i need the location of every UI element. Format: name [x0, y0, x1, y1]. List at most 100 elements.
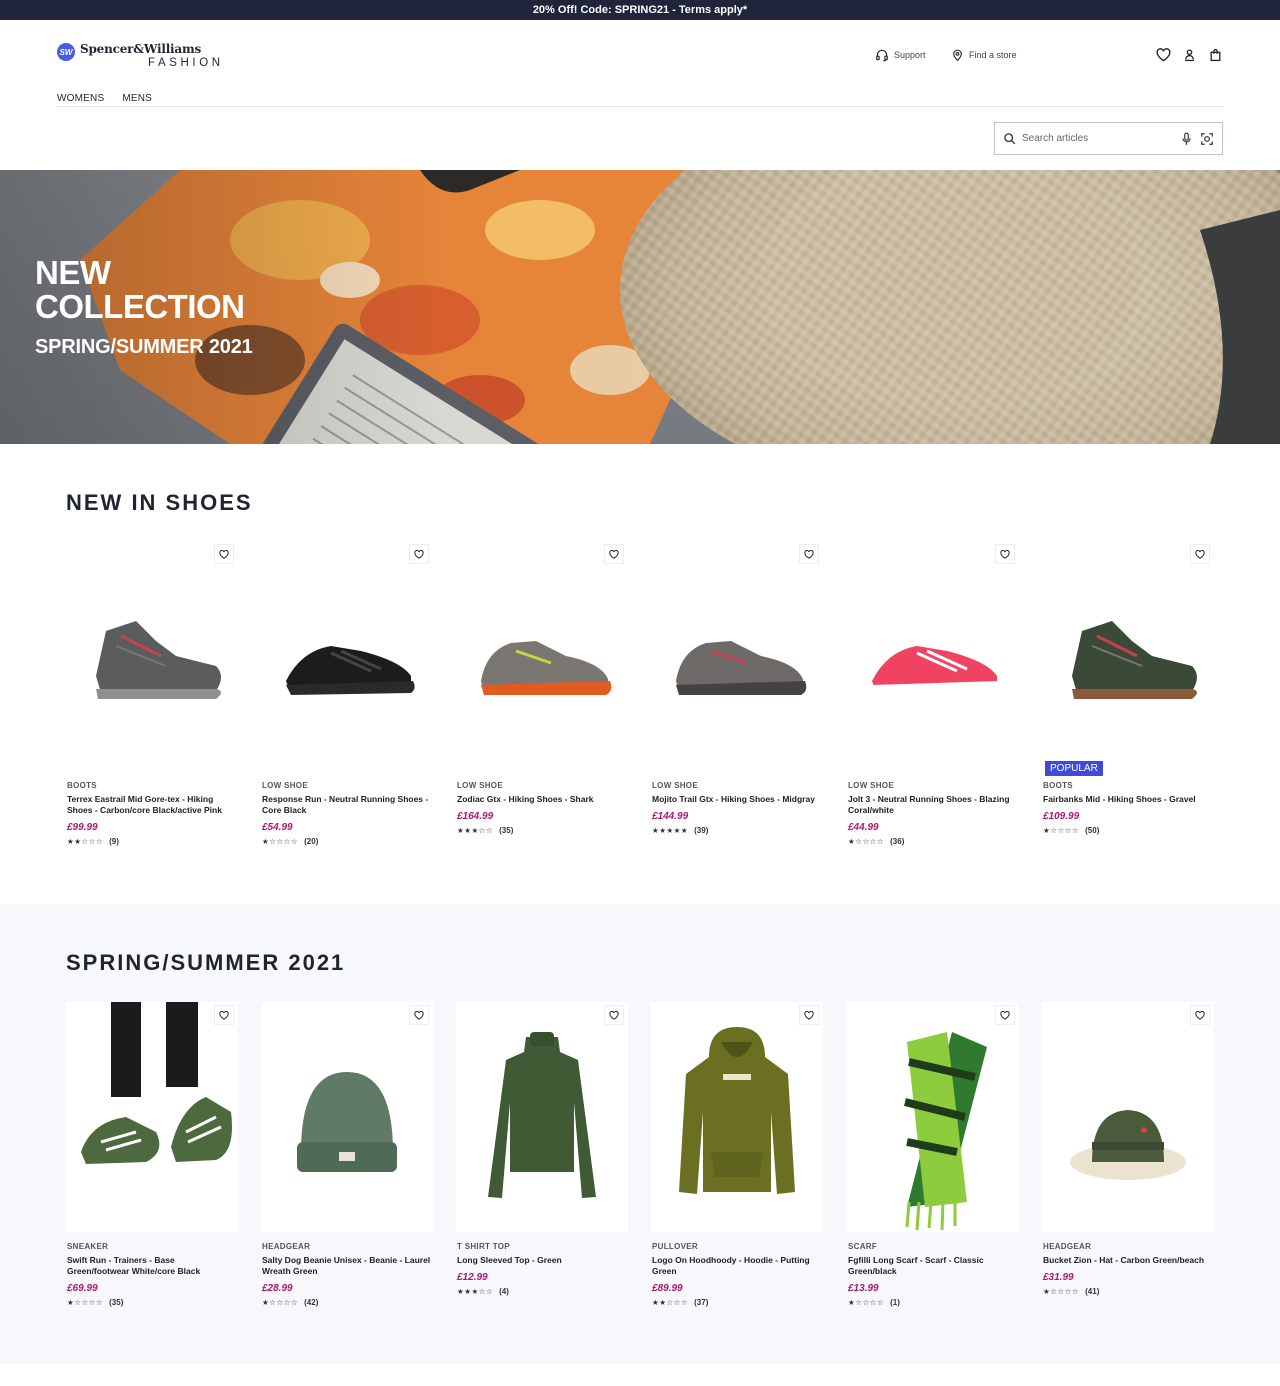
product-category: LOW SHOE	[652, 781, 698, 790]
product-category: T SHIRT TOP	[457, 1242, 510, 1251]
product-image[interactable]	[261, 1002, 433, 1232]
wishlist-toggle[interactable]	[799, 1005, 819, 1025]
product-name[interactable]: Bucket Zion - Hat - Carbon Green/beach	[1043, 1255, 1213, 1266]
product-image[interactable]	[456, 541, 628, 771]
sneaker-image	[81, 1002, 232, 1164]
wishlist-toggle[interactable]	[995, 1005, 1015, 1025]
product-name[interactable]: Jolt 3 - Neutral Running Shoes - Blazing…	[848, 794, 1018, 816]
search-icon	[1004, 133, 1016, 145]
product-info: SCARF Fgfilli Long Scarf - Scarf - Classi…	[848, 1242, 1018, 1307]
product-image[interactable]	[66, 541, 238, 771]
map-pin-icon	[953, 49, 962, 62]
hiking-shoe-image	[481, 641, 612, 695]
shopping-bag-icon	[1210, 49, 1220, 62]
review-count: (50)	[1085, 826, 1100, 835]
hiking-shoe-image	[676, 641, 807, 695]
wishlist-toggle[interactable]	[1190, 544, 1210, 564]
product-image[interactable]	[847, 1002, 1019, 1232]
product-image[interactable]	[1042, 1002, 1214, 1232]
product-rating: ★☆☆☆☆ (50)	[1043, 826, 1213, 835]
wishlist-toggle[interactable]	[409, 544, 429, 564]
product-info: BOOTS Fairbanks Mid - Hiking Shoes - Grav…	[1043, 781, 1213, 835]
product-category: BOOTS	[67, 781, 97, 790]
rating-stars: ★☆☆☆☆	[262, 837, 299, 846]
rating-stars: ★☆☆☆☆	[1043, 826, 1080, 835]
review-count: (39)	[694, 826, 709, 835]
product-price: £44.99	[848, 822, 879, 833]
rating-stars: ★★★★★	[652, 826, 689, 835]
find-store-link[interactable]: Find a store	[951, 48, 1017, 62]
heart-icon	[1195, 1010, 1205, 1020]
product-image[interactable]	[261, 541, 433, 771]
visual-search-icon[interactable]	[1200, 132, 1214, 146]
nav-item-mens[interactable]: MENS	[122, 93, 152, 104]
hero-banner[interactable]: NEW COLLECTION SPRING/SUMMER 2021	[0, 170, 1280, 444]
microphone-icon[interactable]	[1181, 132, 1192, 146]
search-input[interactable]	[1022, 133, 1162, 144]
site-header: SW Spencer&Williams FASHION Support Find…	[0, 20, 1280, 170]
product-name[interactable]: Mojito Trail Gtx - Hiking Shoes - Midgra…	[652, 794, 822, 805]
promo-banner[interactable]: 20% Off! Code: SPRING21 - Terms apply*	[0, 0, 1280, 20]
brand-subtitle: FASHION	[148, 57, 224, 69]
wishlist-toggle[interactable]	[214, 1005, 234, 1025]
scarf-image	[904, 1032, 987, 1231]
product-category: SCARF	[848, 1242, 878, 1251]
product-name[interactable]: Fgfilli Long Scarf - Scarf - Classic Gre…	[848, 1255, 1018, 1277]
cart-button[interactable]	[1207, 47, 1223, 63]
wishlist-toggle[interactable]	[604, 544, 624, 564]
brand-name: Spencer&Williams	[80, 42, 202, 56]
heart-icon	[1000, 1010, 1010, 1020]
product-info: LOW SHOE Mojito Trail Gtx - Hiking Shoes …	[652, 781, 822, 835]
product-image[interactable]	[456, 1002, 628, 1232]
heart-icon	[804, 1010, 814, 1020]
wishlist-toggle[interactable]	[604, 1005, 624, 1025]
running-shoe-image	[286, 646, 415, 695]
review-count: (37)	[694, 1298, 709, 1307]
rating-stars: ★☆☆☆☆	[262, 1298, 299, 1307]
hero-subtitle: SPRING/SUMMER 2021	[35, 336, 253, 358]
heart-icon	[219, 549, 229, 559]
nav-divider	[57, 106, 1223, 107]
heart-icon	[609, 549, 619, 559]
account-button[interactable]	[1181, 47, 1197, 63]
product-info: SNEAKER Swift Run - Trainers - Base Green…	[67, 1242, 237, 1307]
product-image[interactable]	[847, 541, 1019, 771]
product-name[interactable]: Zodiac Gtx - Hiking Shoes - Shark	[457, 794, 627, 805]
support-link[interactable]: Support	[875, 48, 926, 62]
product-name[interactable]: Terrex Eastrail Mid Gore-tex - Hiking Sh…	[67, 794, 237, 816]
product-image[interactable]	[1042, 541, 1214, 771]
product-name[interactable]: Swift Run - Trainers - Base Green/footwe…	[67, 1255, 237, 1277]
product-price: £89.99	[652, 1283, 683, 1294]
product-info: BOOTS Terrex Eastrail Mid Gore-tex - Hiki…	[67, 781, 237, 846]
user-icon	[1184, 49, 1194, 62]
running-shoe-image	[872, 646, 1001, 695]
product-image[interactable]	[66, 1002, 238, 1232]
product-info: LOW SHOE Response Run - Neutral Running S…	[262, 781, 432, 846]
product-image[interactable]	[651, 1002, 823, 1232]
product-name[interactable]: Response Run - Neutral Running Shoes - C…	[262, 794, 432, 816]
review-count: (4)	[499, 1287, 509, 1296]
heart-icon	[609, 1010, 619, 1020]
product-name[interactable]: Logo On Hoodhoody - Hoodie - Putting Gre…	[652, 1255, 822, 1277]
wishlist-toggle[interactable]	[409, 1005, 429, 1025]
product-image[interactable]	[651, 541, 823, 771]
rating-stars: ★★☆☆☆	[67, 837, 104, 846]
nav-item-womens[interactable]: WOMENS	[57, 93, 104, 104]
product-name[interactable]: Salty Dog Beanie Unisex - Beanie - Laure…	[262, 1255, 432, 1277]
brand-logo[interactable]: SW Spencer&Williams FASHION	[57, 42, 224, 69]
wishlist-button[interactable]	[1155, 47, 1171, 63]
hero-text: NEW COLLECTION SPRING/SUMMER 2021	[35, 256, 253, 359]
wishlist-toggle[interactable]	[1190, 1005, 1210, 1025]
product-rating: ★☆☆☆☆ (42)	[262, 1298, 432, 1307]
product-name[interactable]: Fairbanks Mid - Hiking Shoes - Gravel	[1043, 794, 1213, 805]
product-price: £69.99	[67, 1283, 98, 1294]
boot-shoe-image	[1072, 621, 1197, 699]
product-price: £54.99	[262, 822, 293, 833]
wishlist-toggle[interactable]	[995, 544, 1015, 564]
product-name[interactable]: Long Sleeved Top - Green	[457, 1255, 627, 1266]
wishlist-toggle[interactable]	[799, 544, 819, 564]
headset-icon	[876, 49, 888, 62]
product-rating: ★★★☆☆ (35)	[457, 826, 627, 835]
wishlist-toggle[interactable]	[214, 544, 234, 564]
section-title-spring: SPRING/SUMMER 2021	[66, 950, 346, 975]
